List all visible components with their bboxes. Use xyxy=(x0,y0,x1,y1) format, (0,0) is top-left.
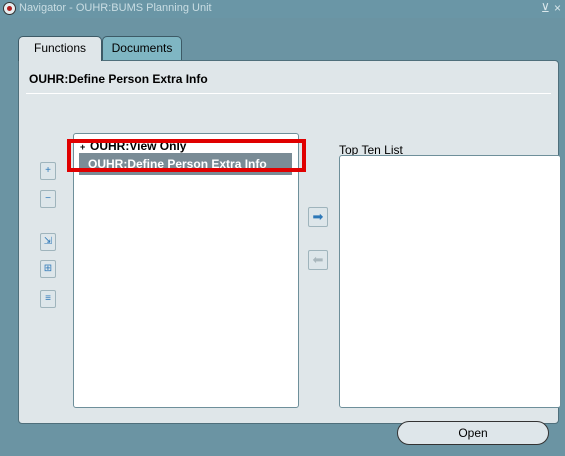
collapse-button[interactable]: − xyxy=(40,190,56,208)
open-button[interactable]: Open xyxy=(397,421,549,445)
expand-button[interactable]: + xyxy=(40,162,56,180)
collapse-all-button[interactable]: ≡ xyxy=(40,290,56,308)
function-list[interactable]: + OUHR:View Only OUHR:Define Person Extra… xyxy=(73,133,299,408)
expand-branch-icon: ⇲ xyxy=(43,236,53,247)
arrow-left-icon: ⬅ xyxy=(312,252,324,267)
oracle-app-icon xyxy=(3,2,16,15)
minimize-icon[interactable]: ⊻ xyxy=(541,1,550,15)
panel-title: OUHR:Define Person Extra Info xyxy=(29,72,208,86)
expand-icon: + xyxy=(45,165,51,176)
expand-all-button[interactable]: ⊞ xyxy=(40,260,56,278)
expand-all-icon: ⊞ xyxy=(43,263,53,274)
navigator-window: Functions Documents OUHR:Define Person E… xyxy=(8,18,565,456)
panel-divider xyxy=(26,93,551,94)
close-icon[interactable]: × xyxy=(554,1,561,15)
remove-from-top-ten-button[interactable]: ⬅ xyxy=(308,250,328,270)
tab-documents[interactable]: Documents xyxy=(102,36,182,60)
collapse-icon: − xyxy=(45,193,51,204)
collapse-all-icon: ≡ xyxy=(45,293,51,304)
title-bar: Navigator - OUHR:BUMS Planning Unit ⊻ × xyxy=(0,0,565,18)
window-title: Navigator - OUHR:BUMS Planning Unit xyxy=(19,2,212,14)
open-button-label: Open xyxy=(458,426,488,440)
functions-panel: OUHR:Define Person Extra Info + − ⇲ ⊞ ≡ … xyxy=(18,60,561,424)
expand-branch-button[interactable]: ⇲ xyxy=(40,233,56,251)
top-ten-list[interactable] xyxy=(339,155,561,408)
tab-functions[interactable]: Functions xyxy=(18,36,102,61)
add-to-top-ten-button[interactable]: ➡ xyxy=(308,207,328,227)
annotation-highlight-box xyxy=(67,139,306,172)
arrow-right-icon: ➡ xyxy=(312,209,324,224)
